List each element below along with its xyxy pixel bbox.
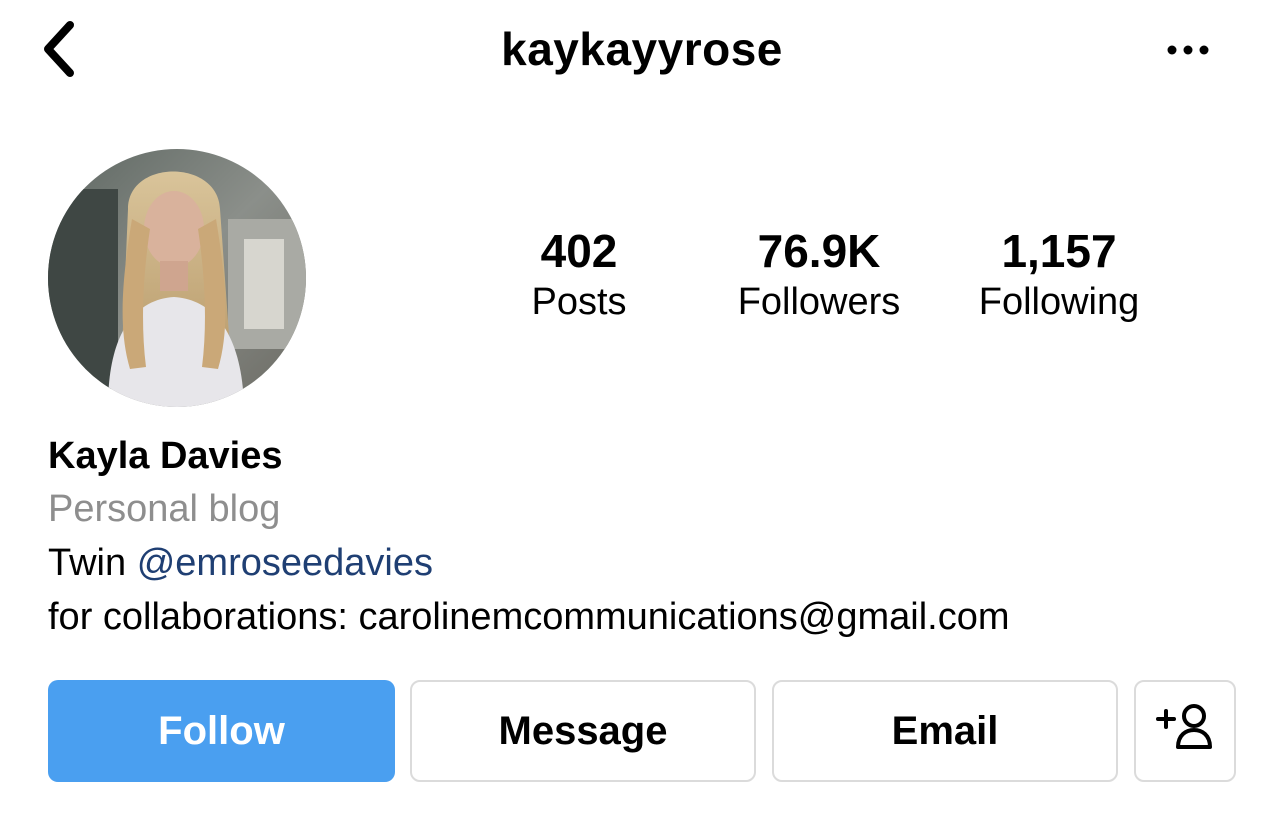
- following-count: 1,157: [1001, 225, 1117, 277]
- add-user-icon: [1156, 703, 1214, 759]
- profile-photo: [48, 149, 306, 407]
- display-name: Kayla Davies: [48, 435, 283, 477]
- avatar[interactable]: [48, 149, 306, 407]
- email-button[interactable]: Email: [772, 680, 1118, 782]
- bio-twin-text: Twin: [48, 542, 127, 584]
- more-options-button[interactable]: [1158, 32, 1218, 72]
- message-button[interactable]: Message: [410, 680, 756, 782]
- following-label: Following: [978, 281, 1140, 323]
- profile-header: kaykayyrose: [0, 0, 1284, 100]
- follow-button[interactable]: Follow: [48, 680, 395, 782]
- profile-username: kaykayyrose: [501, 23, 783, 75]
- posts-count: 402: [540, 225, 618, 277]
- posts-label: Posts: [531, 281, 627, 323]
- add-user-button[interactable]: [1134, 680, 1236, 782]
- following-stat[interactable]: 1,157 Following: [950, 222, 1168, 327]
- bio-line-collaborations: for collaborations: carolinemcommunicati…: [48, 596, 1010, 638]
- followers-count: 76.9K: [757, 225, 881, 277]
- posts-stat[interactable]: 402 Posts: [508, 222, 650, 327]
- followers-label: Followers: [737, 281, 901, 323]
- back-button[interactable]: [28, 18, 88, 84]
- followers-stat[interactable]: 76.9K Followers: [712, 222, 926, 327]
- mention-link[interactable]: @emroseedavies: [137, 542, 433, 584]
- profile-bio: Kayla Davies Personal blog Twin @emrosee…: [48, 430, 1248, 644]
- more-horizontal-icon: [1166, 43, 1210, 61]
- profile-category: Personal blog: [48, 488, 281, 530]
- chevron-left-icon: [36, 19, 80, 84]
- bio-line-twin: Twin @emroseedavies: [48, 536, 1248, 590]
